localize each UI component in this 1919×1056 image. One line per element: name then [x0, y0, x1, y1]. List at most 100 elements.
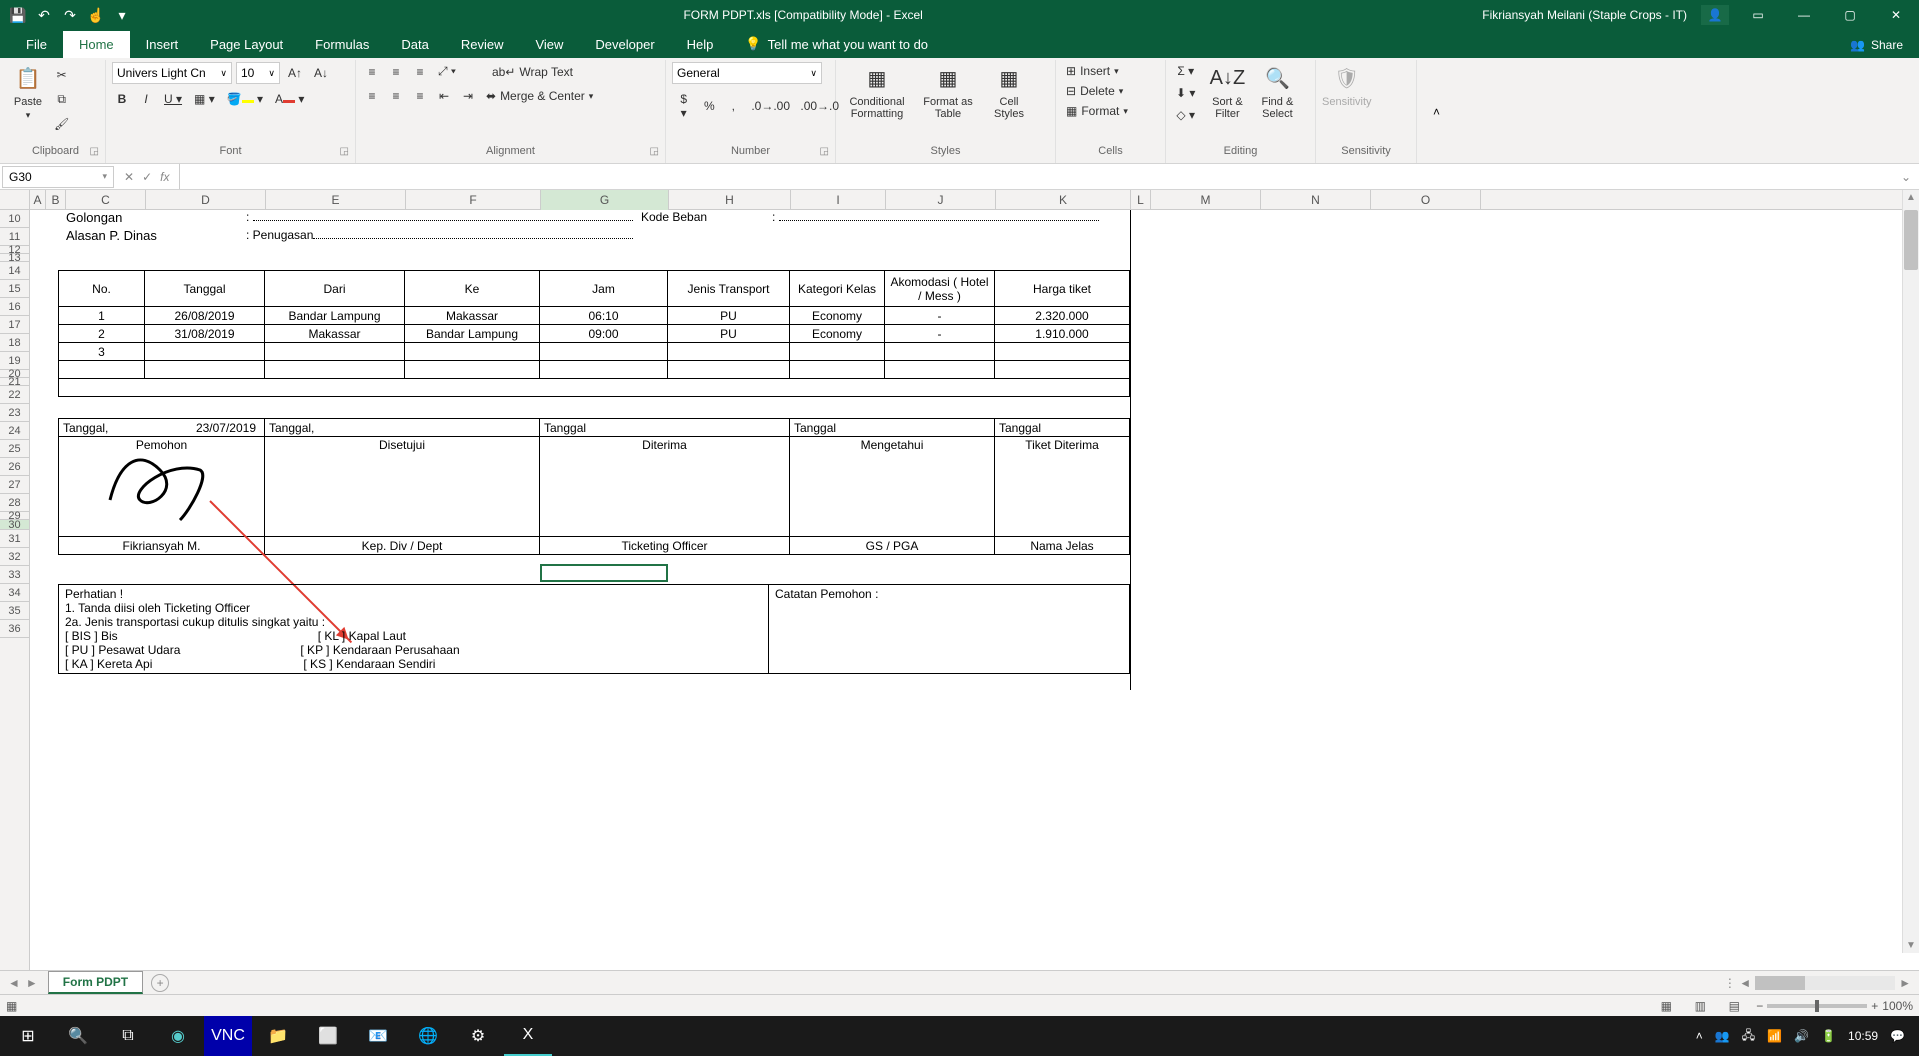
task-view-icon[interactable]: ⧉: [104, 1016, 152, 1056]
font-color-button[interactable]: A ▾: [271, 90, 308, 108]
start-button[interactable]: ⊞: [4, 1016, 52, 1056]
row-header[interactable]: 23: [0, 404, 29, 422]
increase-decimal-icon[interactable]: .0→.00: [747, 97, 792, 115]
redo-icon[interactable]: ↷: [60, 7, 80, 24]
maximize-icon[interactable]: ▢: [1827, 0, 1873, 30]
align-top-icon[interactable]: ≡: [362, 63, 382, 81]
bold-button[interactable]: B: [112, 90, 132, 108]
col-header[interactable]: H: [669, 190, 791, 210]
normal-view-icon[interactable]: ▦: [1654, 999, 1678, 1013]
sheet-nav-prev-icon[interactable]: ◄: [8, 976, 20, 990]
cell-styles-button[interactable]: ▦Cell Styles: [984, 62, 1034, 120]
font-size-select[interactable]: 10∨: [236, 62, 280, 84]
col-header[interactable]: J: [886, 190, 996, 210]
row-header[interactable]: 16: [0, 298, 29, 316]
increase-indent-icon[interactable]: ⇥: [458, 87, 478, 105]
row-header[interactable]: 21: [0, 378, 29, 386]
sort-filter-button[interactable]: A↓ZSort & Filter: [1205, 62, 1249, 120]
add-sheet-button[interactable]: +: [151, 974, 169, 992]
tray-overflow-icon[interactable]: ˄: [1696, 1029, 1703, 1043]
row-header[interactable]: 14: [0, 262, 29, 280]
taskbar-app[interactable]: 📧: [354, 1016, 402, 1056]
col-header[interactable]: K: [996, 190, 1131, 210]
fill-color-button[interactable]: 🪣 ▾: [223, 90, 267, 108]
avatar[interactable]: 👤: [1701, 5, 1729, 25]
format-cells-button[interactable]: ▦Format▾: [1062, 102, 1132, 120]
expand-formula-icon[interactable]: ⌄: [1893, 170, 1919, 184]
tab-page-layout[interactable]: Page Layout: [194, 31, 299, 58]
undo-icon[interactable]: ↶: [34, 7, 54, 24]
taskbar-app[interactable]: ⬜: [304, 1016, 352, 1056]
col-header[interactable]: L: [1131, 190, 1151, 210]
row-header[interactable]: 35: [0, 602, 29, 620]
align-bottom-icon[interactable]: ≡: [410, 63, 430, 81]
cancel-formula-icon[interactable]: ✕: [124, 170, 134, 184]
decrease-indent-icon[interactable]: ⇤: [434, 87, 454, 105]
sensitivity-button[interactable]: 🛡Sensitivity: [1322, 62, 1372, 108]
row-header[interactable]: 34: [0, 584, 29, 602]
col-header[interactable]: E: [266, 190, 406, 210]
minimize-icon[interactable]: —: [1781, 0, 1827, 30]
row-header[interactable]: 22: [0, 386, 29, 404]
tray-people-icon[interactable]: 👥: [1715, 1029, 1730, 1043]
macro-record-icon[interactable]: ▦: [6, 999, 17, 1013]
dialog-launcher-icon[interactable]: ◲: [340, 146, 349, 157]
taskbar-app[interactable]: 📁: [254, 1016, 302, 1056]
save-icon[interactable]: 💾: [8, 7, 28, 24]
horizontal-scrollbar[interactable]: [1755, 976, 1895, 990]
tray-wifi-icon[interactable]: 📶: [1767, 1029, 1782, 1043]
taskbar-excel-icon[interactable]: X: [504, 1016, 552, 1056]
spreadsheet-grid[interactable]: A B C D E F G H I J K L M N O 1011121314…: [0, 190, 1919, 970]
active-cell[interactable]: [540, 564, 668, 582]
row-header[interactable]: 36: [0, 620, 29, 638]
row-header[interactable]: 25: [0, 440, 29, 458]
taskbar-app[interactable]: ◉: [154, 1016, 202, 1056]
font-name-select[interactable]: Univers Light Cn∨: [112, 62, 232, 84]
cells-area[interactable]: Golongan : Kode Beban : Alasan P. Dinas …: [30, 210, 1902, 953]
copy-icon[interactable]: ⧉: [50, 90, 73, 109]
paste-button[interactable]: 📋 Paste ▾: [12, 62, 44, 121]
row-header[interactable]: 24: [0, 422, 29, 440]
tab-data[interactable]: Data: [385, 31, 444, 58]
taskbar-app[interactable]: ⚙: [454, 1016, 502, 1056]
align-middle-icon[interactable]: ≡: [386, 63, 406, 81]
tab-developer[interactable]: Developer: [579, 31, 670, 58]
user-name[interactable]: Fikriansyah Meilani (Staple Crops - IT): [1474, 8, 1695, 22]
tray-notifications-icon[interactable]: 💬: [1890, 1029, 1905, 1043]
qat-touch-icon[interactable]: ☝: [86, 7, 106, 24]
row-header[interactable]: 15: [0, 280, 29, 298]
qat-more-icon[interactable]: ▾: [112, 7, 132, 24]
dialog-launcher-icon[interactable]: ◲: [650, 146, 659, 157]
decrease-font-icon[interactable]: A↓: [310, 64, 332, 82]
dialog-launcher-icon[interactable]: ◲: [90, 146, 99, 157]
ribbon-display-icon[interactable]: ▭: [1735, 0, 1781, 30]
col-header[interactable]: G: [541, 190, 669, 210]
number-format-select[interactable]: General∨: [672, 62, 822, 84]
col-header[interactable]: I: [791, 190, 886, 210]
cut-icon[interactable]: ✂: [50, 66, 73, 84]
hscroll-right-icon[interactable]: ►: [1899, 976, 1911, 990]
taskbar-chrome-icon[interactable]: 🌐: [404, 1016, 452, 1056]
formula-input[interactable]: [179, 164, 1892, 189]
row-header[interactable]: 13: [0, 254, 29, 262]
accounting-icon[interactable]: $ ▾: [672, 90, 695, 122]
col-header[interactable]: F: [406, 190, 541, 210]
dialog-launcher-icon[interactable]: ◲: [820, 146, 829, 157]
taskbar-app[interactable]: VNC: [204, 1016, 252, 1056]
italic-button[interactable]: I: [136, 90, 156, 108]
tab-help[interactable]: Help: [671, 31, 730, 58]
border-button[interactable]: ▦ ▾: [190, 90, 219, 108]
tray-volume-icon[interactable]: 🔊: [1794, 1029, 1809, 1043]
row-header[interactable]: 18: [0, 334, 29, 352]
merge-center-button[interactable]: ⬌Merge & Center▾: [482, 87, 597, 105]
close-icon[interactable]: ✕: [1873, 0, 1919, 30]
tab-home[interactable]: Home: [63, 31, 130, 58]
decrease-decimal-icon[interactable]: .00→.0: [796, 97, 841, 115]
align-left-icon[interactable]: ≡: [362, 87, 382, 105]
row-header[interactable]: 33: [0, 566, 29, 584]
col-header[interactable]: M: [1151, 190, 1261, 210]
row-header[interactable]: 30: [0, 520, 29, 530]
tell-me[interactable]: 💡Tell me what you want to do: [729, 30, 944, 58]
tray-network-icon[interactable]: 🖧: [1742, 1026, 1755, 1047]
hscroll-left-icon[interactable]: ⋮ ◄: [1724, 976, 1751, 990]
